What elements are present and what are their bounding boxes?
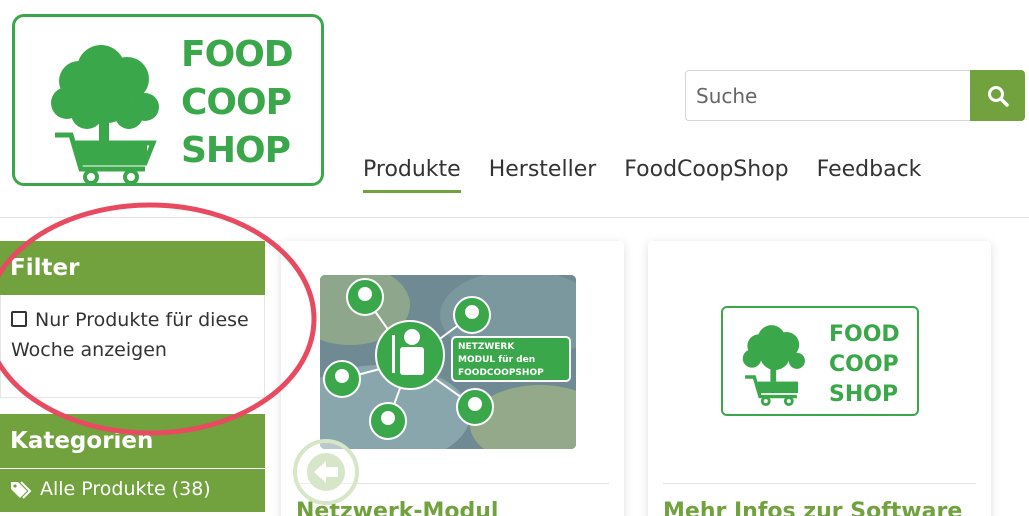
search-icon	[987, 85, 1009, 107]
filter-option-label: Nur Produkte für diese Woche anzeigen	[11, 309, 249, 361]
card-divider	[663, 483, 976, 484]
product-image: NETZWERK MODUL für den FOODCOOPSHOP	[320, 275, 576, 449]
product-title[interactable]: Mehr Infos zur Software	[663, 499, 962, 516]
nav-item-hersteller[interactable]: Hersteller	[489, 157, 597, 193]
network-module-illustration: NETZWERK MODUL für den FOODCOOPSHOP	[320, 275, 576, 449]
page: FOOD COOP SHOP Produkte Hersteller FoodC…	[0, 0, 1029, 516]
arrow-left-icon	[307, 453, 345, 491]
back-button[interactable]	[293, 439, 359, 505]
category-item-label: Alle Produkte (38)	[40, 478, 211, 500]
logo-line-1: FOOD	[829, 322, 900, 347]
nav-item-produkte[interactable]: Produkte	[363, 157, 461, 193]
filter-title: Filter	[0, 241, 265, 295]
logo-line-2: COOP	[829, 352, 899, 377]
search-button[interactable]	[970, 70, 1025, 121]
product-card[interactable]: FOOD COOP SHOP Mehr Infos zur Software	[648, 241, 991, 516]
category-item-all[interactable]: Alle Produkte (38)	[0, 469, 265, 512]
tree-cart-icon	[51, 45, 159, 185]
search-bar	[685, 70, 1025, 121]
nav-item-feedback[interactable]: Feedback	[817, 157, 922, 193]
logo-line-3: SHOP	[181, 130, 291, 171]
logo[interactable]: FOOD COOP SHOP	[12, 14, 324, 186]
search-input[interactable]	[685, 70, 971, 121]
image-text-line-3: FOODCOOPSHOP	[458, 368, 544, 378]
nav-item-foodcoopshop[interactable]: FoodCoopShop	[624, 157, 788, 193]
main-nav: Produkte Hersteller FoodCoopShop Feedbac…	[363, 157, 921, 193]
logo-line-1: FOOD	[181, 34, 294, 75]
product-image: FOOD COOP SHOP	[721, 306, 919, 416]
header-divider	[0, 217, 1029, 218]
filter-checkbox[interactable]	[11, 311, 27, 327]
logo-line-2: COOP	[181, 82, 292, 123]
image-text-line-2: MODUL für den	[458, 355, 535, 365]
tags-icon	[11, 481, 32, 499]
categories-title: Kategorien	[0, 414, 265, 468]
image-text-line-1: NETZWERK	[458, 342, 515, 352]
tree-cart-icon	[742, 325, 805, 407]
logo-line-3: SHOP	[829, 382, 899, 407]
filter-option[interactable]: Nur Produkte für diese Woche anzeigen	[0, 295, 265, 398]
